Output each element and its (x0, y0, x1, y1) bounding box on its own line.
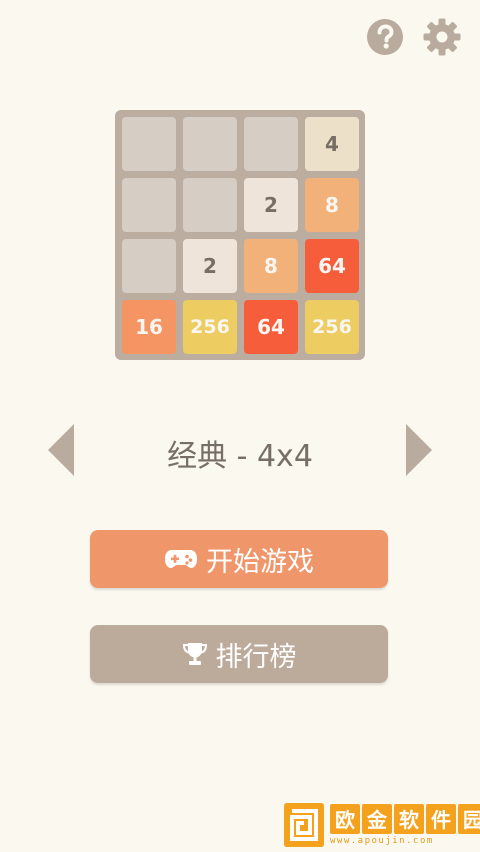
empty-cell (183, 117, 237, 171)
gamepad-icon (164, 548, 198, 570)
tile-64: 64 (244, 300, 298, 354)
tile-256: 256 (305, 300, 359, 354)
watermark-char: 欧 (330, 803, 360, 834)
start-game-label: 开始游戏 (206, 546, 314, 578)
leaderboard-label: 排行榜 (215, 641, 297, 673)
mode-label: 经典 - 4x4 (167, 439, 313, 474)
leaderboard-button[interactable]: 排行榜 (90, 625, 388, 683)
watermark-char: 金 (362, 803, 392, 834)
chevron-left-icon[interactable] (44, 422, 78, 478)
empty-cell (183, 178, 237, 232)
watermark-logo (284, 802, 324, 847)
tile-2: 2 (183, 239, 237, 293)
empty-cell (122, 239, 176, 293)
question-circle-icon (367, 19, 403, 55)
empty-cell (244, 117, 298, 171)
watermark-url: www.apoujin.com (330, 835, 434, 846)
tile-4: 4 (305, 117, 359, 171)
tile-8: 8 (305, 178, 359, 232)
game-board[interactable]: 4 2 8 2 8 64 16 256 64 256 (115, 110, 365, 360)
tile-16: 16 (122, 300, 176, 354)
watermark-char: 园 (458, 803, 480, 834)
tile-2: 2 (244, 178, 298, 232)
empty-cell (122, 178, 176, 232)
gear-icon (423, 18, 461, 56)
settings-button[interactable] (422, 17, 462, 57)
watermark-text: 欧金软件园 (330, 803, 480, 834)
trophy-icon (182, 641, 208, 667)
tile-64: 64 (305, 239, 359, 293)
watermark-char: 件 (426, 803, 456, 834)
watermark: 欧金软件园 www.apoujin.com (282, 797, 480, 852)
help-button[interactable] (365, 17, 405, 57)
watermark-char: 软 (394, 803, 424, 834)
tile-8: 8 (244, 239, 298, 293)
tile-256: 256 (183, 300, 237, 354)
empty-cell (122, 117, 176, 171)
chevron-right-icon[interactable] (402, 422, 436, 478)
start-game-button[interactable]: 开始游戏 (90, 530, 388, 588)
